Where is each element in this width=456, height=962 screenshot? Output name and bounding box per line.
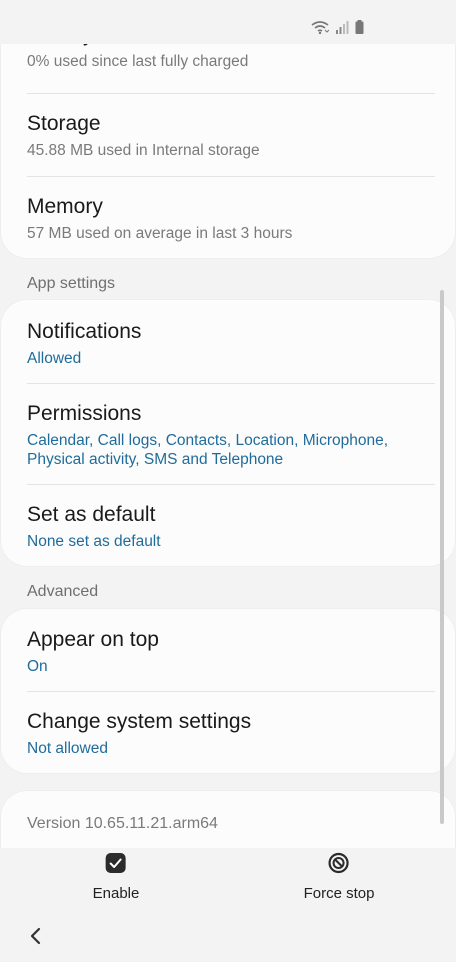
wifi-icon — [311, 20, 330, 39]
version-text: Version 10.65.11.21.arm64 — [27, 815, 218, 832]
memory-row[interactable]: Memory 57 MB used on average in last 3 h… — [27, 194, 435, 243]
change-system-settings-title: Change system settings — [27, 710, 252, 733]
app-settings-card: Notifications Allowed Permissions Calend… — [1, 300, 455, 566]
advanced-card: Appear on top On Change system settings … — [1, 609, 455, 773]
appear-on-top-row[interactable]: Appear on top On — [27, 627, 435, 676]
stop-icon — [328, 852, 350, 879]
app-settings-header: App settings — [27, 275, 116, 292]
memory-title: Memory — [27, 195, 103, 218]
force-stop-button[interactable]: Force stop — [303, 852, 375, 902]
permissions-row[interactable]: Permissions Calendar, Call logs, Contact… — [27, 401, 435, 469]
change-system-settings-row[interactable]: Change system settings Not allowed — [27, 709, 435, 758]
divider — [27, 93, 435, 94]
divider — [27, 176, 435, 177]
permissions-subtitle: Calendar, Call logs, Contacts, Location,… — [27, 432, 389, 468]
set-as-default-title: Set as default — [27, 503, 156, 526]
notifications-title: Notifications — [27, 320, 142, 343]
checkbox-check-icon — [105, 852, 127, 879]
back-icon[interactable] — [24, 924, 48, 948]
app-info-scroll-area[interactable]: Battery 0% used since last fully charged… — [0, 0, 456, 848]
scrollbar[interactable] — [440, 290, 444, 824]
battery-icon — [355, 20, 364, 39]
enable-button[interactable]: Enable — [92, 852, 140, 902]
force-stop-label: Force stop — [303, 885, 375, 902]
signal-icon — [335, 20, 349, 39]
set-as-default-row[interactable]: Set as default None set as default — [27, 502, 435, 551]
change-system-settings-subtitle: Not allowed — [27, 740, 108, 757]
notifications-row[interactable]: Notifications Allowed — [27, 319, 435, 368]
divider — [27, 691, 435, 692]
divider — [27, 484, 435, 485]
permissions-title: Permissions — [27, 402, 142, 425]
memory-subtitle: 57 MB used on average in last 3 hours — [27, 225, 293, 242]
appear-on-top-subtitle: On — [27, 658, 48, 675]
storage-title: Storage — [27, 112, 101, 135]
status-icons — [311, 20, 364, 39]
appear-on-top-title: Appear on top — [27, 628, 159, 651]
status-bar — [0, 0, 456, 44]
divider — [27, 383, 435, 384]
set-as-default-subtitle: None set as default — [27, 533, 161, 550]
bottom-action-bar: Enable Force stop — [0, 848, 456, 912]
storage-subtitle: 45.88 MB used in Internal storage — [27, 142, 260, 159]
enable-label: Enable — [92, 885, 140, 902]
storage-row[interactable]: Storage 45.88 MB used in Internal storag… — [27, 111, 435, 160]
advanced-header: Advanced — [27, 583, 99, 600]
navigation-bar — [0, 912, 456, 962]
version-card: Version 10.65.11.21.arm64 — [1, 791, 455, 848]
battery-subtitle: 0% used since last fully charged — [27, 53, 249, 70]
notifications-subtitle: Allowed — [27, 350, 82, 367]
